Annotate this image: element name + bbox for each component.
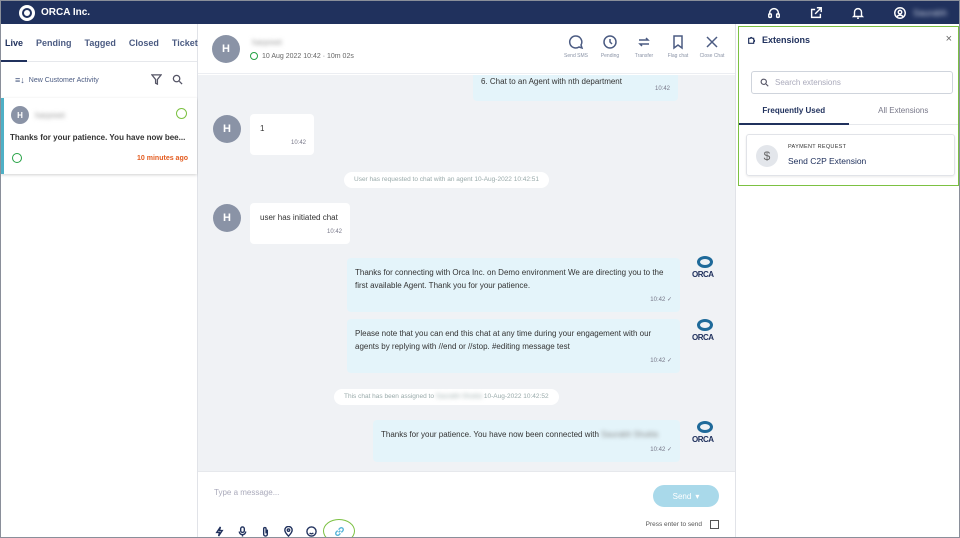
- tab-live[interactable]: Live: [1, 24, 28, 62]
- contact-avatar: H: [212, 35, 240, 63]
- link-extension-icon: [334, 526, 344, 536]
- sort-label[interactable]: New Customer Activity: [29, 77, 99, 84]
- message-preview: Thanks for your patience. You have now b…: [10, 133, 186, 142]
- pending-button[interactable]: Pending: [599, 34, 621, 59]
- conversation-list-panel: Live Pending Tagged Closed Tickets ≡↓ Ne…: [1, 24, 203, 537]
- extensions-frame: Extensions × Search extensions Frequentl…: [738, 26, 959, 186]
- orca-sender-logo: ORCA: [692, 421, 718, 447]
- whatsapp-icon: [250, 52, 258, 60]
- transfer-button[interactable]: Transfer: [633, 34, 655, 59]
- lightning-icon[interactable]: [214, 526, 225, 537]
- message-list: 6. Chat to an Agent with nth department …: [198, 75, 735, 471]
- system-message: This chat has been assigned to Saurabh S…: [334, 389, 559, 405]
- extension-card[interactable]: $ PAYMENT REQUEST Send C2P Extension: [746, 134, 955, 176]
- contact-avatar: H: [213, 115, 241, 143]
- puzzle-icon: [748, 36, 756, 44]
- app-window: ORCA Inc. Saurabh Live Pending Tagged Cl…: [0, 0, 960, 538]
- top-bar: ORCA Inc. Saurabh: [1, 1, 959, 24]
- system-message: User has requested to chat with an agent…: [344, 172, 550, 188]
- time-ago: 10 minutes ago: [137, 155, 188, 162]
- headset-icon[interactable]: [767, 6, 781, 20]
- bookmark-icon: [673, 35, 683, 50]
- message-bubble: user has initiated chat 10:42: [250, 203, 350, 244]
- orca-logo: [19, 4, 35, 21]
- message-bubble: Thanks for connecting with Orca Inc. on …: [347, 258, 680, 312]
- tab-closed[interactable]: Closed: [129, 24, 159, 62]
- extension-tabs: Frequently Used All Extensions: [739, 103, 958, 125]
- emoji-icon[interactable]: [306, 525, 317, 537]
- conversation-card[interactable]: H harpreet Thanks for your patience. You…: [1, 98, 197, 174]
- chat-meta: 10 Aug 2022 10:42 · 10m 02s: [262, 52, 354, 60]
- whatsapp-icon: [12, 153, 22, 163]
- orca-sender-logo: ORCA: [692, 256, 718, 282]
- tab-all-extensions[interactable]: All Extensions: [849, 103, 959, 124]
- message-composer: Type a message... Send ▾ Press enter to …: [198, 471, 735, 537]
- flag-chat-button[interactable]: Flag chat: [667, 34, 689, 59]
- press-enter-checkbox[interactable]: [710, 520, 719, 529]
- press-enter-toggle: Press enter to send: [646, 520, 719, 529]
- tab-tagged[interactable]: Tagged: [85, 24, 116, 62]
- orca-sender-logo: ORCA: [692, 319, 718, 345]
- assigned-agent-name: Saurabh Shukla: [435, 393, 483, 400]
- conversation-tabs: Live Pending Tagged Closed Tickets: [1, 24, 203, 62]
- extension-category: PAYMENT REQUEST: [788, 144, 847, 150]
- attachment-icon[interactable]: [260, 526, 271, 537]
- avatar: H: [11, 106, 29, 124]
- user-profile-icon[interactable]: [893, 6, 907, 20]
- close-icon[interactable]: ×: [946, 33, 952, 45]
- chat-bubble-icon: [568, 35, 584, 50]
- message-bubble: 6. Chat to an Agent with nth department …: [473, 75, 678, 101]
- brand-name: ORCA Inc.: [41, 7, 91, 18]
- bell-icon[interactable]: [851, 6, 865, 20]
- contact-name: harpreet: [252, 38, 282, 47]
- sort-icon[interactable]: ≡↓: [15, 75, 25, 85]
- transfer-icon: [638, 37, 650, 47]
- contact-name: harpreet: [35, 111, 65, 120]
- send-sms-button[interactable]: Send SMS: [564, 34, 588, 59]
- clock-icon: [603, 35, 617, 49]
- extension-name: Send C2P Extension: [788, 156, 867, 166]
- contact-avatar: H: [213, 204, 241, 232]
- filter-funnel-icon: ▾: [695, 491, 700, 501]
- extensions-tool-button[interactable]: [323, 519, 355, 537]
- message-input[interactable]: Type a message...: [214, 488, 279, 497]
- tab-frequently-used[interactable]: Frequently Used: [739, 103, 849, 125]
- microphone-icon[interactable]: [237, 525, 248, 537]
- extensions-title: Extensions: [747, 35, 810, 45]
- composer-toolbar: [214, 519, 355, 537]
- search-icon: [760, 78, 769, 87]
- close-chat-button[interactable]: Close Chat: [700, 34, 724, 59]
- location-pin-icon[interactable]: [283, 525, 294, 537]
- close-icon: [706, 36, 718, 48]
- chat-header: H harpreet 10 Aug 2022 10:42 · 10m 02s S…: [198, 24, 735, 74]
- filter-icon[interactable]: [151, 74, 162, 85]
- message-bubble: Thanks for your patience. You have now b…: [373, 420, 680, 462]
- chat-panel: H harpreet 10 Aug 2022 10:42 · 10m 02s S…: [198, 24, 735, 537]
- top-bar-icons: Saurabh: [739, 1, 959, 24]
- message-bubble: Please note that you can end this chat a…: [347, 319, 680, 373]
- extensions-panel: Extensions × Search extensions Frequentl…: [735, 24, 959, 537]
- extension-search-input[interactable]: Search extensions: [751, 71, 953, 94]
- sentiment-smile-icon: [176, 108, 187, 119]
- sort-row: ≡↓ New Customer Activity: [1, 62, 197, 98]
- search-icon[interactable]: [172, 74, 183, 85]
- tab-pending[interactable]: Pending: [36, 24, 72, 62]
- dollar-icon: $: [756, 145, 778, 167]
- share-icon[interactable]: [809, 6, 823, 20]
- chat-actions: Send SMS Pending Transfer Flag chat Clos…: [564, 34, 724, 59]
- send-button[interactable]: Send ▾: [653, 485, 719, 507]
- message-bubble: 1 10:42: [250, 114, 314, 155]
- user-name[interactable]: Saurabh: [913, 8, 947, 18]
- agent-name: Saurabh Shukla: [601, 430, 659, 439]
